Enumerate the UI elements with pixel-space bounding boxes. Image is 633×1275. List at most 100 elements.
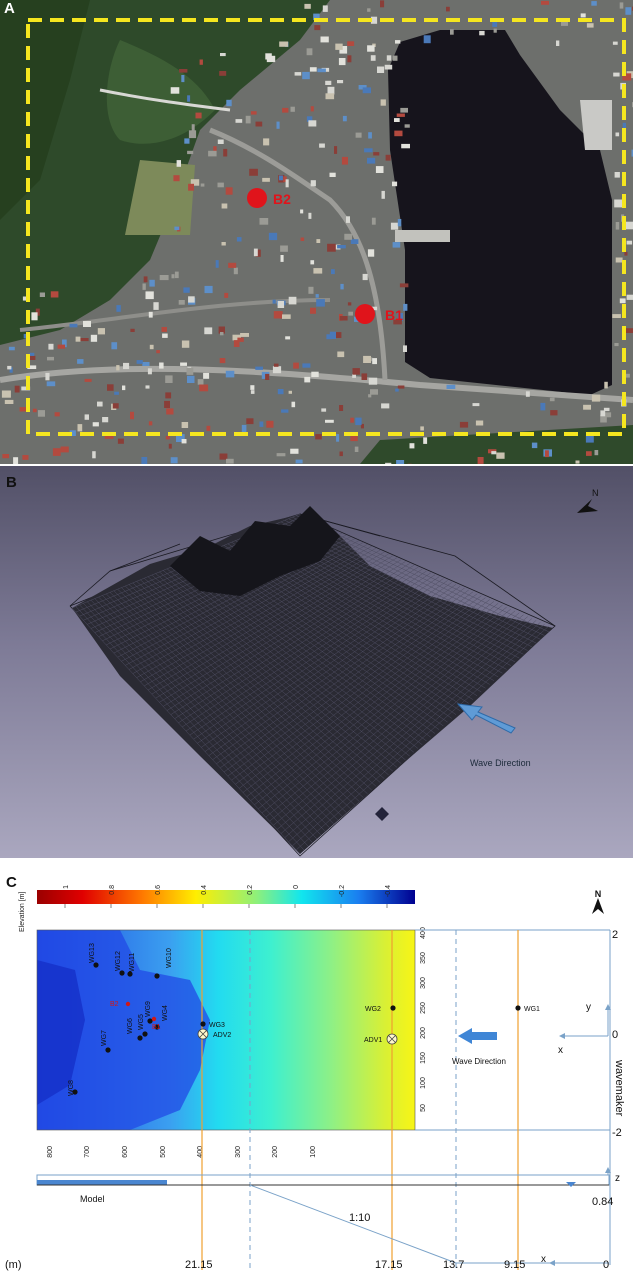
roof bbox=[311, 371, 319, 378]
roof bbox=[4, 399, 14, 404]
roof bbox=[92, 451, 96, 459]
roof bbox=[181, 340, 190, 348]
gauge-dot bbox=[142, 1031, 148, 1037]
roof bbox=[173, 175, 180, 182]
right-axis-bottom: -2 bbox=[612, 1127, 622, 1139]
roof bbox=[52, 448, 61, 456]
roof bbox=[290, 448, 299, 454]
roof bbox=[384, 64, 393, 70]
building-label: B1 bbox=[152, 1024, 161, 1031]
distance-21-15: 21.15 bbox=[185, 1259, 213, 1271]
roof bbox=[370, 55, 376, 61]
colorbar-tick-label: 0.4 bbox=[201, 885, 208, 895]
roof bbox=[57, 344, 66, 349]
roof bbox=[342, 115, 347, 122]
roof bbox=[380, 99, 386, 106]
roof bbox=[47, 356, 54, 361]
mesh-3d-view: Wave Direction N bbox=[69, 488, 599, 857]
roof bbox=[362, 87, 371, 94]
roof bbox=[200, 183, 205, 187]
wavemaker-label: wavemaker bbox=[613, 1059, 625, 1117]
roof bbox=[259, 218, 269, 225]
roof bbox=[184, 138, 190, 144]
roof bbox=[322, 5, 328, 12]
roof bbox=[199, 384, 209, 392]
roof bbox=[80, 338, 89, 342]
roof bbox=[288, 296, 297, 305]
gauge-label: WG13 bbox=[89, 943, 96, 963]
roof bbox=[259, 421, 264, 427]
roof bbox=[613, 72, 620, 77]
roof bbox=[477, 457, 484, 464]
panel-b-mesh-model: Wave Direction N B bbox=[0, 466, 633, 858]
colorbar-tick-label: -0.2 bbox=[339, 885, 346, 897]
right-axis-middle: 0 bbox=[612, 1029, 618, 1041]
roof bbox=[367, 8, 371, 12]
roof bbox=[619, 298, 626, 304]
roof bbox=[377, 66, 385, 73]
colorbar bbox=[37, 890, 415, 904]
roof bbox=[580, 13, 586, 18]
roof bbox=[403, 303, 408, 311]
slope-line bbox=[249, 1184, 457, 1264]
gauge-dot bbox=[137, 1035, 143, 1041]
gauge-label: WG6 bbox=[127, 1018, 134, 1034]
roof bbox=[591, 394, 601, 402]
model-block bbox=[37, 1180, 167, 1185]
x-axis-ticks: 800 700 600 500 400 300 200 100 bbox=[47, 1146, 317, 1158]
roof bbox=[276, 121, 280, 129]
roof bbox=[75, 336, 81, 342]
roof bbox=[145, 385, 150, 389]
roof bbox=[54, 412, 60, 417]
roof bbox=[46, 381, 56, 387]
colorbar-tick-label: -0.4 bbox=[385, 885, 392, 897]
roof bbox=[392, 181, 398, 187]
roof bbox=[347, 55, 352, 63]
roof bbox=[594, 450, 599, 456]
roof bbox=[161, 327, 167, 332]
roof bbox=[164, 400, 170, 408]
adv-label: ADV2 bbox=[213, 1032, 231, 1039]
roof bbox=[130, 411, 134, 420]
roof bbox=[208, 150, 217, 157]
roof bbox=[395, 40, 401, 44]
roof bbox=[361, 373, 368, 380]
y-axis-label: y bbox=[586, 1002, 591, 1013]
roof bbox=[285, 336, 291, 340]
roof bbox=[282, 314, 291, 319]
roof bbox=[116, 365, 120, 371]
roof bbox=[350, 417, 354, 423]
roof bbox=[320, 36, 329, 43]
roof bbox=[302, 71, 310, 80]
roof bbox=[7, 365, 12, 370]
roof bbox=[404, 124, 410, 128]
roof bbox=[221, 203, 228, 209]
roof bbox=[304, 3, 311, 9]
roof bbox=[223, 148, 228, 157]
panel-c-label: C bbox=[6, 874, 17, 891]
north-arrow-icon bbox=[592, 898, 604, 914]
roof bbox=[626, 294, 633, 300]
roof bbox=[279, 175, 283, 181]
roof bbox=[341, 156, 348, 165]
roof bbox=[280, 255, 284, 262]
roof bbox=[380, 0, 385, 8]
roof bbox=[625, 7, 632, 15]
roof bbox=[186, 367, 194, 375]
roof bbox=[386, 55, 392, 61]
roof bbox=[396, 113, 405, 117]
roof bbox=[203, 372, 210, 379]
roof bbox=[219, 71, 227, 76]
roof bbox=[69, 323, 78, 328]
roof bbox=[615, 132, 620, 137]
roof bbox=[45, 372, 50, 381]
roof bbox=[347, 302, 352, 306]
roof bbox=[614, 172, 620, 178]
roof bbox=[280, 245, 288, 252]
roof bbox=[367, 249, 375, 257]
building-marker bbox=[125, 1001, 131, 1007]
gauge-dot bbox=[105, 1047, 111, 1053]
roof bbox=[317, 68, 326, 73]
roof bbox=[612, 314, 621, 318]
profile-x-label: x bbox=[541, 1254, 546, 1265]
